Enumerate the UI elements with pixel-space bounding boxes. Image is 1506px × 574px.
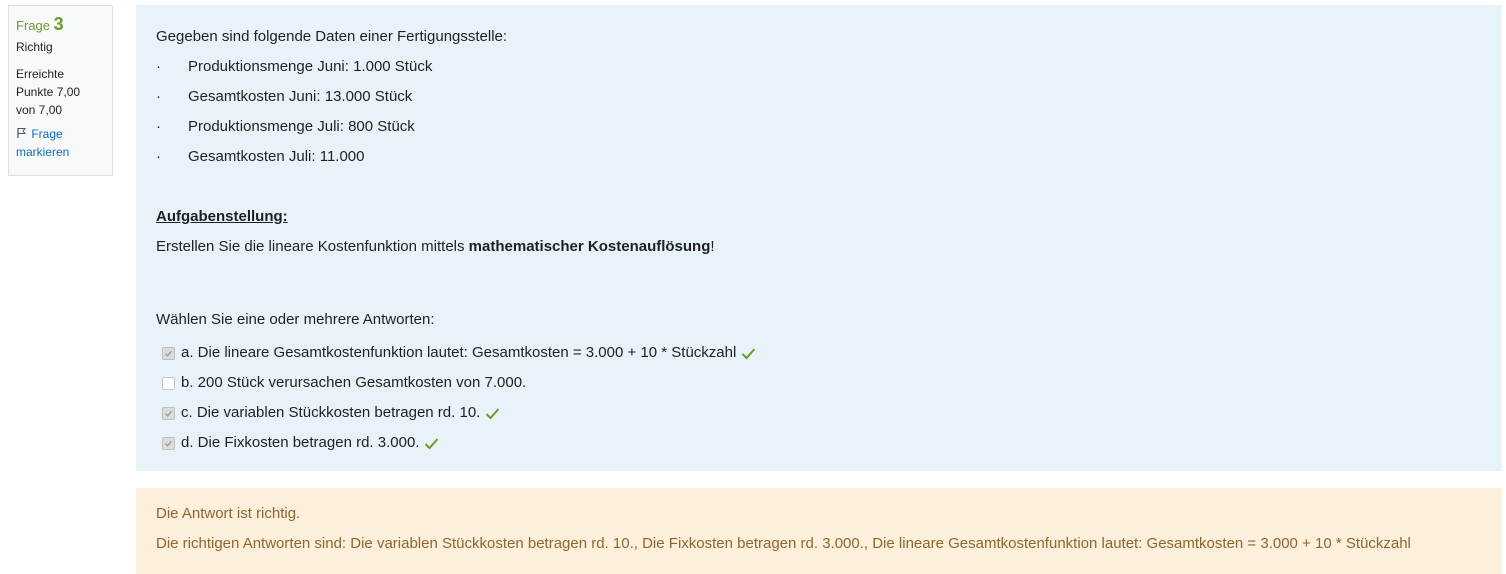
answer-label[interactable]: d. Die Fixkosten betragen rd. 3.000. [181, 433, 419, 453]
bullet-dot: · [156, 148, 161, 165]
grade-line: Erreichte [16, 67, 65, 81]
bullet-text: Gesamtkosten Juli: 11.000 [188, 148, 365, 165]
correct-check-icon [742, 347, 756, 359]
answer-option-b[interactable]: b. 200 Stück verursachen Gesamtkosten vo… [162, 368, 756, 398]
data-bullet: · Gesamtkosten Juni: 13.000 Stück [156, 87, 715, 117]
question-number: 3 [53, 14, 64, 34]
bullet-text: Produktionsmenge Juni: 1.000 Stück [188, 58, 433, 75]
answer-checkbox[interactable] [162, 376, 175, 390]
flag-label[interactable]: Frage [31, 127, 62, 141]
data-bullet: · Gesamtkosten Juli: 11.000 [156, 147, 715, 177]
feedback-result: Die Antwort ist richtig. [156, 505, 301, 522]
bullet-dot: · [156, 58, 161, 75]
flag-icon [17, 128, 27, 138]
answer-list: a. Die lineare Gesamtkostenfunktion laut… [162, 338, 756, 458]
question-text: Gegeben sind folgende Daten einer Fertig… [156, 27, 715, 267]
question-state: Richtig [16, 40, 53, 54]
answer-label[interactable]: b. 200 Stück verursachen Gesamtkosten vo… [181, 373, 526, 393]
bullet-text: Produktionsmenge Juli: 800 Stück [188, 118, 415, 135]
answer-checkbox[interactable] [162, 436, 175, 450]
answer-option-c[interactable]: c. Die variablen Stückkosten betragen rd… [162, 398, 756, 428]
question-info-panel: Frage 3 Richtig Erreichte Punkte 7,00 vo… [8, 5, 113, 176]
grade-line: Punkte 7,00 [16, 85, 81, 99]
question-intro: Gegeben sind folgende Daten einer Fertig… [156, 28, 508, 45]
task-text-part: ! [710, 238, 715, 255]
answer-checkbox[interactable] [162, 346, 175, 360]
task-text: Erstellen Sie die lineare Kostenfunktion… [156, 237, 715, 267]
question-content: Gegeben sind folgende Daten einer Fertig… [136, 5, 1502, 471]
data-bullet: · Produktionsmenge Juni: 1.000 Stück [156, 57, 715, 87]
answer-checkbox[interactable] [162, 406, 175, 420]
bullet-dot: · [156, 88, 161, 105]
answer-option-d[interactable]: d. Die Fixkosten betragen rd. 3.000. [162, 428, 756, 458]
correct-check-icon [486, 407, 500, 419]
answer-label[interactable]: a. Die lineare Gesamtkostenfunktion laut… [181, 343, 736, 363]
question-grade: Erreichte Punkte 7,00 von 7,00 [16, 65, 105, 119]
question-label: Frage [16, 18, 50, 33]
answer-feedback: Die Antwort ist richtig. Die richtigen A… [136, 488, 1502, 574]
correct-check-icon [425, 437, 439, 449]
task-heading: Aufgabenstellung: [156, 208, 288, 225]
data-bullet: · Produktionsmenge Juli: 800 Stück [156, 117, 715, 147]
bullet-dot: · [156, 118, 161, 135]
flag-question-link[interactable]: Frage markieren [16, 125, 105, 161]
answer-prompt: Wählen Sie eine oder mehrere Antworten: [156, 311, 435, 328]
task-text-part: Erstellen Sie die lineare Kostenfunktion… [156, 238, 469, 255]
feedback-right-answers: Die richtigen Antworten sind: Die variab… [156, 535, 1411, 552]
flag-label[interactable]: markieren [16, 143, 105, 161]
bullet-text: Gesamtkosten Juni: 13.000 Stück [188, 88, 413, 105]
task-text-bold: mathematischer Kostenauflösung [468, 238, 711, 255]
question-number-line: Frage 3 [16, 14, 105, 36]
answer-option-a[interactable]: a. Die lineare Gesamtkostenfunktion laut… [162, 338, 756, 368]
grade-line: von 7,00 [16, 103, 63, 117]
answer-label[interactable]: c. Die variablen Stückkosten betragen rd… [181, 403, 480, 423]
